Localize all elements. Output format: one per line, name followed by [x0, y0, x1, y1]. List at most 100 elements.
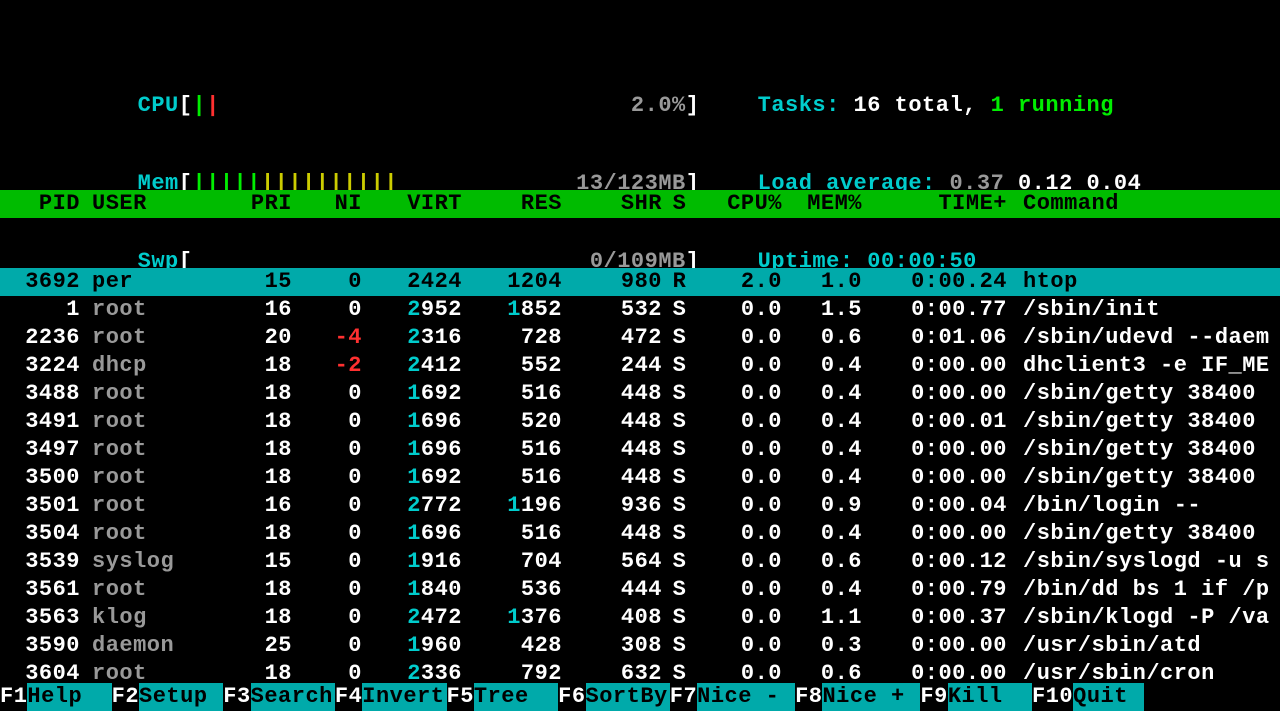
cell-pid: 3561	[0, 576, 86, 604]
table-row[interactable]: 3497root1801696516448S0.00.40:00.00/sbin…	[0, 436, 1280, 464]
cell-ni: 0	[292, 576, 362, 604]
cell-mem: 1.5	[782, 296, 862, 324]
col-res[interactable]: RES	[462, 190, 562, 218]
cell-time: 0:01.06	[862, 324, 1013, 352]
cell-user: root	[86, 520, 212, 548]
cell-virt: 1916	[362, 548, 462, 576]
cell-cpu: 0.0	[697, 352, 782, 380]
cell-pri: 18	[212, 520, 292, 548]
cell-ni: 0	[292, 492, 362, 520]
cell-pri: 18	[212, 380, 292, 408]
fkey-quit[interactable]: F10Quit	[1032, 683, 1144, 711]
cell-virt: 2424	[362, 268, 462, 296]
fkey-number: F6	[558, 683, 585, 711]
cell-cpu: 0.0	[697, 520, 782, 548]
cell-user: klog	[86, 604, 212, 632]
cell-shr: 936	[562, 492, 662, 520]
col-pid[interactable]: PID	[0, 190, 86, 218]
fkey-help[interactable]: F1Help	[0, 683, 112, 711]
cell-mem: 0.6	[782, 548, 862, 576]
col-cmd[interactable]: Command	[1013, 190, 1280, 218]
cell-time: 0:00.00	[862, 380, 1013, 408]
cell-time: 0:00.79	[862, 576, 1013, 604]
table-row[interactable]: 3692per15024241204980R2.01.00:00.24htop	[0, 268, 1280, 296]
tasks-total: 16 total,	[854, 93, 977, 118]
cell-res: 1376	[462, 604, 562, 632]
fkey-nice-+[interactable]: F8Nice +	[795, 683, 920, 711]
cell-user: per	[86, 268, 212, 296]
table-row[interactable]: 3539syslog1501916704564S0.00.60:00.12/sb…	[0, 548, 1280, 576]
cell-shr: 448	[562, 408, 662, 436]
process-table[interactable]: PID USER PRI NI VIRT RES SHR S CPU% MEM%…	[0, 140, 1280, 711]
table-row[interactable]: 3501root16027721196936S0.00.90:00.04/bin…	[0, 492, 1280, 520]
table-row[interactable]: 3563klog18024721376408S0.01.10:00.37/sbi…	[0, 604, 1280, 632]
fkey-setup[interactable]: F2Setup	[112, 683, 224, 711]
table-row[interactable]: 3500root1801692516448S0.00.40:00.00/sbin…	[0, 464, 1280, 492]
col-shr[interactable]: SHR	[562, 190, 662, 218]
cell-time: 0:00.24	[862, 268, 1013, 296]
cell-virt: 1692	[362, 464, 462, 492]
cell-user: root	[86, 296, 212, 324]
cell-mem: 0.3	[782, 632, 862, 660]
table-row[interactable]: 3224dhcp18-22412552244S0.00.40:00.00dhcl…	[0, 352, 1280, 380]
cell-cpu: 0.0	[697, 632, 782, 660]
fkey-kill[interactable]: F9Kill	[920, 683, 1032, 711]
cell-time: 0:00.00	[862, 436, 1013, 464]
cell-user: dhcp	[86, 352, 212, 380]
table-row[interactable]: 3504root1801696516448S0.00.40:00.00/sbin…	[0, 520, 1280, 548]
cell-pid: 1	[0, 296, 86, 324]
col-s[interactable]: S	[662, 190, 697, 218]
cell-res: 552	[462, 352, 562, 380]
cell-time: 0:00.12	[862, 548, 1013, 576]
cell-pri: 25	[212, 632, 292, 660]
cell-cpu: 0.0	[697, 604, 782, 632]
col-user[interactable]: USER	[86, 190, 212, 218]
table-row[interactable]: 3590daemon2501960428308S0.00.30:00.00/us…	[0, 632, 1280, 660]
cell-cmd: /sbin/syslogd -u s	[1013, 548, 1280, 576]
table-row[interactable]: 3561root1801840536444S0.00.40:00.79/bin/…	[0, 576, 1280, 604]
table-row[interactable]: 3488root1801692516448S0.00.40:00.00/sbin…	[0, 380, 1280, 408]
fkey-label: Tree	[474, 683, 558, 711]
cell-cpu: 0.0	[697, 408, 782, 436]
cell-shr: 472	[562, 324, 662, 352]
col-mem[interactable]: MEM%	[782, 190, 862, 218]
fkey-tree[interactable]: F5Tree	[447, 683, 559, 711]
table-row[interactable]: 2236root20-42316728472S0.00.60:01.06/sbi…	[0, 324, 1280, 352]
fkey-label: Nice -	[697, 683, 795, 711]
table-row[interactable]: 3491root1801696520448S0.00.40:00.01/sbin…	[0, 408, 1280, 436]
cell-shr: 448	[562, 380, 662, 408]
table-header[interactable]: PID USER PRI NI VIRT RES SHR S CPU% MEM%…	[0, 190, 1280, 218]
cell-virt: 1692	[362, 380, 462, 408]
fkey-invert[interactable]: F4Invert	[335, 683, 447, 711]
cell-virt: 1696	[362, 436, 462, 464]
cell-s: R	[662, 268, 697, 296]
cell-mem: 0.4	[782, 352, 862, 380]
table-row[interactable]: 1root16029521852532S0.01.50:00.77/sbin/i…	[0, 296, 1280, 324]
fkey-nice--[interactable]: F7Nice -	[670, 683, 795, 711]
cell-cmd: /sbin/init	[1013, 296, 1280, 324]
cell-pri: 18	[212, 604, 292, 632]
col-ni[interactable]: NI	[292, 190, 362, 218]
cell-shr: 448	[562, 520, 662, 548]
fkey-search[interactable]: F3Search	[223, 683, 335, 711]
cell-s: S	[662, 632, 697, 660]
cell-user: daemon	[86, 632, 212, 660]
col-cpu[interactable]: CPU%	[697, 190, 782, 218]
cell-s: S	[662, 464, 697, 492]
cell-user: root	[86, 492, 212, 520]
col-time[interactable]: TIME+	[862, 190, 1013, 218]
col-virt[interactable]: VIRT	[362, 190, 462, 218]
fkey-sortby[interactable]: F6SortBy	[558, 683, 670, 711]
cell-cmd: htop	[1013, 268, 1280, 296]
cell-time: 0:00.37	[862, 604, 1013, 632]
footer-bar[interactable]: F1Help F2Setup F3SearchF4InvertF5Tree F6…	[0, 683, 1280, 711]
cell-virt: 2412	[362, 352, 462, 380]
cell-shr: 448	[562, 464, 662, 492]
fkey-label: Help	[27, 683, 111, 711]
col-pri[interactable]: PRI	[212, 190, 292, 218]
cell-ni: -4	[292, 324, 362, 352]
cell-mem: 0.4	[782, 380, 862, 408]
cell-s: S	[662, 604, 697, 632]
fkey-number: F8	[795, 683, 822, 711]
cell-pri: 18	[212, 436, 292, 464]
